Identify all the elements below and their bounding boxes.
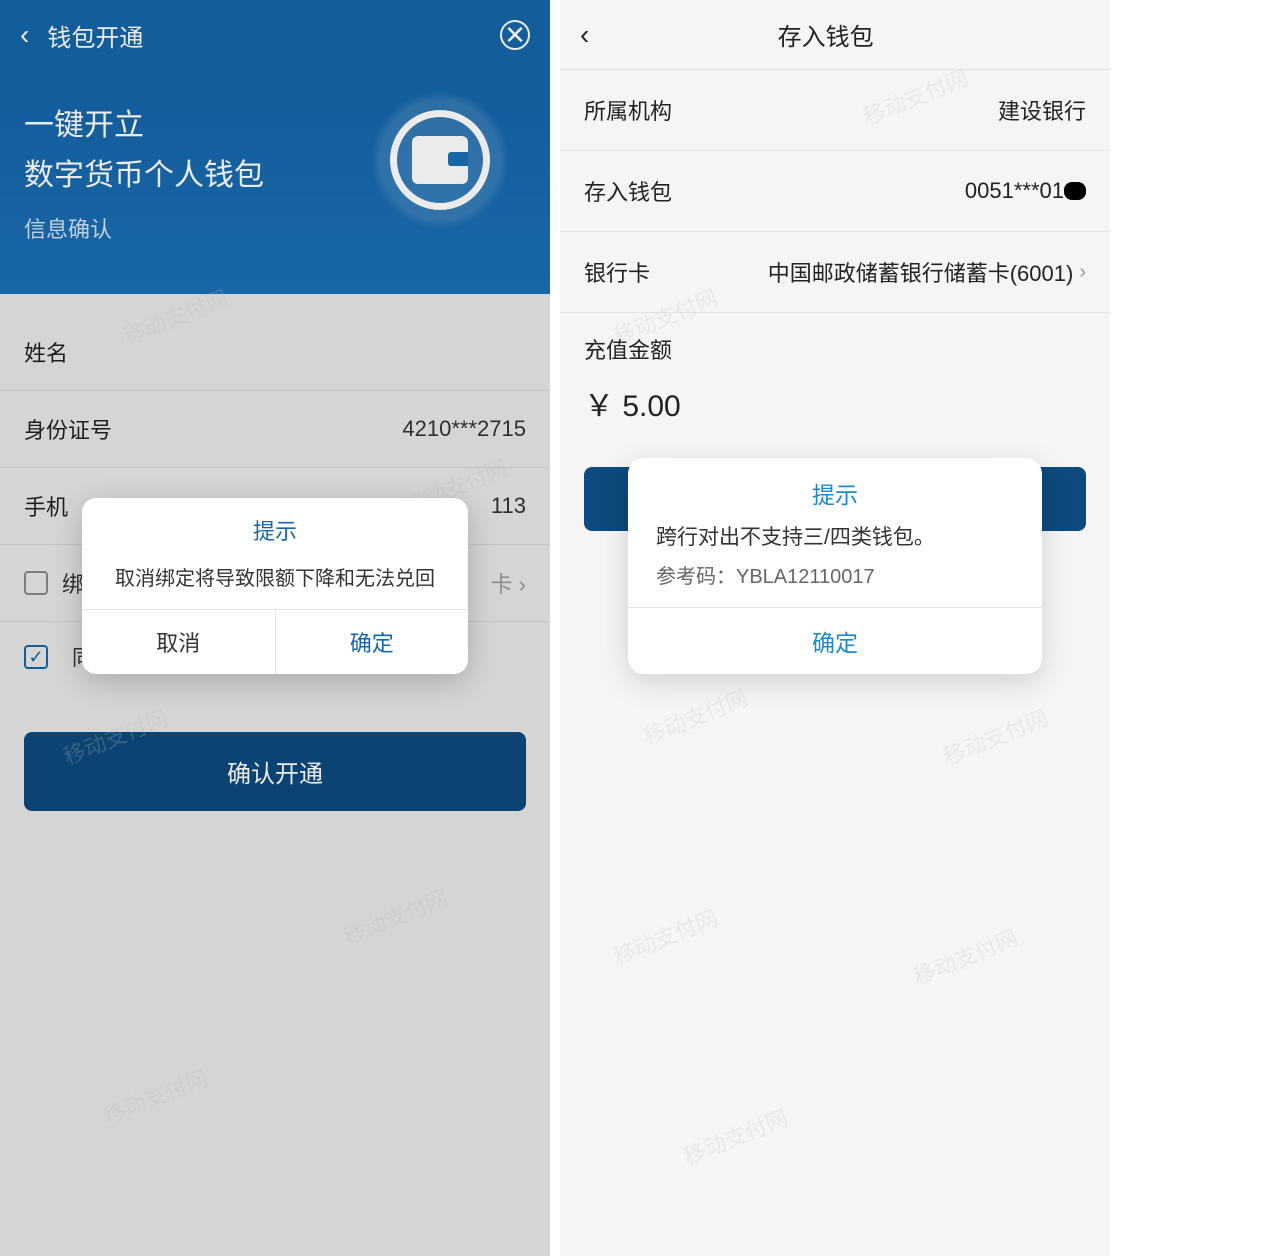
dialog-message: 取消绑定将导致限额下降和无法兑回: [82, 556, 468, 609]
card-row[interactable]: 银行卡 中国邮政储蓄银行储蓄卡(6001) ›: [560, 232, 1110, 313]
card-value: 中国邮政储蓄银行储蓄卡(6001) ›: [768, 256, 1086, 288]
ref-label: 参考码：: [656, 566, 736, 588]
screen-deposit-wallet: 移动支付网 移动支付网 移动支付网 移动支付网 移动支付网 移动支付网 移动支付…: [560, 0, 1110, 1256]
card-value-text: 中国邮政储蓄银行储蓄卡(6001): [768, 256, 1074, 288]
ok-button[interactable]: 确定: [276, 610, 469, 674]
watermark: 移动支付网: [608, 901, 722, 972]
wallet-row: 存入钱包 0051***01: [560, 151, 1110, 232]
amount-value: ￥ 5.00: [560, 373, 1110, 455]
alert-dialog-right: 提示 跨行对出不支持三/四类钱包。 参考码：YBLA12110017 确定: [628, 458, 1042, 674]
watermark: 移动支付网: [678, 1101, 792, 1172]
dialog-buttons: 取消 确定: [82, 609, 468, 674]
chevron-right-icon: ›: [1079, 261, 1086, 284]
dialog-message: 跨行对出不支持三/四类钱包。: [628, 522, 1042, 560]
wallet-value-text: 0051***01: [965, 178, 1064, 204]
redaction-mark: [1064, 182, 1086, 200]
screen-wallet-open: 移动支付网 移动支付网 移动支付网 移动支付网 移动支付网 ‹ 钱包开通 ✕ 一…: [0, 0, 550, 1256]
dialog-title: 提示: [628, 458, 1042, 522]
dialog-reference: 参考码：YBLA12110017: [628, 560, 1042, 607]
right-header-bar: ‹ 存入钱包: [560, 0, 1110, 70]
cancel-button[interactable]: 取消: [82, 610, 276, 674]
watermark: 移动支付网: [638, 681, 752, 752]
card-label: 银行卡: [584, 256, 650, 288]
amount-label: 充值金额: [560, 313, 1110, 373]
alert-dialog-left: 提示 取消绑定将导致限额下降和无法兑回 取消 确定: [82, 498, 468, 674]
ref-code: YBLA12110017: [736, 566, 875, 588]
header-title: 存入钱包: [561, 17, 1090, 52]
wallet-label: 存入钱包: [584, 175, 672, 207]
org-row: 所属机构 建设银行: [560, 70, 1110, 151]
org-value: 建设银行: [998, 94, 1086, 126]
org-label: 所属机构: [584, 94, 672, 126]
wallet-value: 0051***01: [965, 178, 1086, 204]
ok-button[interactable]: 确定: [628, 607, 1042, 674]
dialog-title: 提示: [82, 498, 468, 556]
watermark: 移动支付网: [908, 921, 1022, 992]
watermark: 移动支付网: [938, 701, 1052, 772]
